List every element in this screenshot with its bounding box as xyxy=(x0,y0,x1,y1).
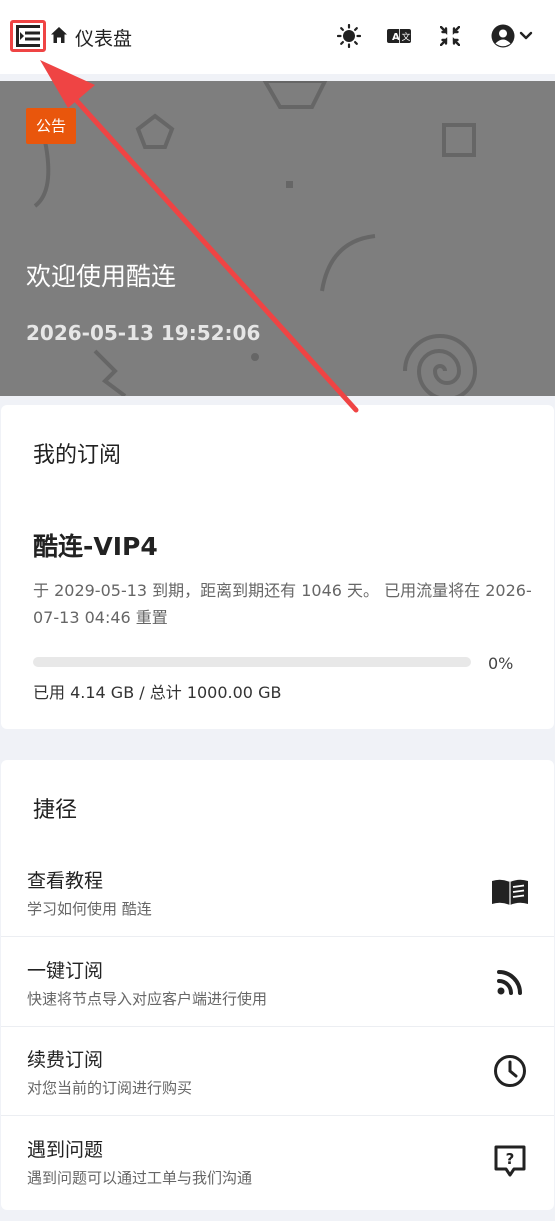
clock-icon xyxy=(490,1052,530,1090)
traffic-usage-text: 已用 4.14 GB / 总计 1000.00 GB xyxy=(33,683,282,702)
language-button[interactable]: A 文 xyxy=(387,24,411,48)
sun-icon xyxy=(337,24,361,48)
shortcut-title: 遇到问题 xyxy=(27,1139,104,1161)
svg-text:文: 文 xyxy=(402,31,411,43)
chevron-down-icon xyxy=(519,31,533,40)
plan-name: 酷连-VIP4 xyxy=(33,532,158,561)
subscription-card: 我的订阅 酷连-VIP4 于 2029-05-13 到期，距离到期还有 1046… xyxy=(1,405,554,729)
banner-timestamp: 2026-05-13 19:52:06 xyxy=(26,321,261,345)
traffic-progress-percent: 0% xyxy=(488,654,514,673)
fullscreen-exit-icon xyxy=(440,26,460,46)
shortcut-subtitle: 快速将节点导入对应客户端进行使用 xyxy=(27,990,268,1008)
shortcut-title: 一键订阅 xyxy=(27,960,104,982)
translate-icon: A 文 xyxy=(387,29,411,43)
svg-text:A: A xyxy=(392,32,400,43)
user-avatar-icon xyxy=(491,24,515,48)
shortcut-title: 查看教程 xyxy=(27,870,104,892)
shortcut-subtitle: 遇到问题可以通过工单与我们沟通 xyxy=(27,1169,253,1187)
shortcut-item-help[interactable]: 遇到问题 遇到问题可以通过工单与我们沟通 ? xyxy=(1,1117,554,1206)
svg-text:?: ? xyxy=(506,1150,515,1168)
subscription-heading: 我的订阅 xyxy=(33,443,122,468)
shortcut-subtitle: 学习如何使用 酷连 xyxy=(27,900,152,918)
shortcut-title: 续费订阅 xyxy=(27,1049,104,1071)
traffic-progress-bar xyxy=(33,657,471,667)
theme-toggle-button[interactable] xyxy=(337,24,361,48)
plan-expiry-text: 于 2029-05-13 到期，距离到期还有 1046 天。 已用流量将在 20… xyxy=(33,581,532,627)
top-header: 仪表盘 A 文 xyxy=(0,0,555,74)
shortcuts-heading: 捷径 xyxy=(33,798,78,823)
sidebar-toggle-button[interactable] xyxy=(10,20,46,52)
announcement-banner[interactable]: 公告 欢迎使用酷连 2026-05-13 19:52:06 xyxy=(0,81,555,396)
page-title: 仪表盘 xyxy=(75,28,133,50)
fullscreen-button[interactable] xyxy=(438,24,462,48)
shortcut-subtitle: 对您当前的订阅进行购买 xyxy=(27,1079,193,1097)
shortcut-item-one-click-subscribe[interactable]: 一键订阅 快速将节点导入对应客户端进行使用 xyxy=(1,938,554,1027)
menu-indent-icon xyxy=(16,25,40,47)
help-chat-icon: ? xyxy=(490,1142,530,1180)
user-menu-button[interactable] xyxy=(489,24,535,48)
banner-title: 欢迎使用酷连 xyxy=(26,262,177,291)
announcement-badge: 公告 xyxy=(26,108,77,144)
book-icon xyxy=(490,873,530,911)
home-icon xyxy=(51,27,67,43)
rss-icon xyxy=(490,963,530,1001)
banner-decoration xyxy=(33,81,478,396)
shortcut-item-tutorial[interactable]: 查看教程 学习如何使用 酷连 xyxy=(1,848,554,937)
shortcuts-card: 捷径 查看教程 学习如何使用 酷连 一键订阅 快速将节点导入对应客户端进行使用 xyxy=(1,760,554,1210)
shortcut-item-renew[interactable]: 续费订阅 对您当前的订阅进行购买 xyxy=(1,1027,554,1116)
